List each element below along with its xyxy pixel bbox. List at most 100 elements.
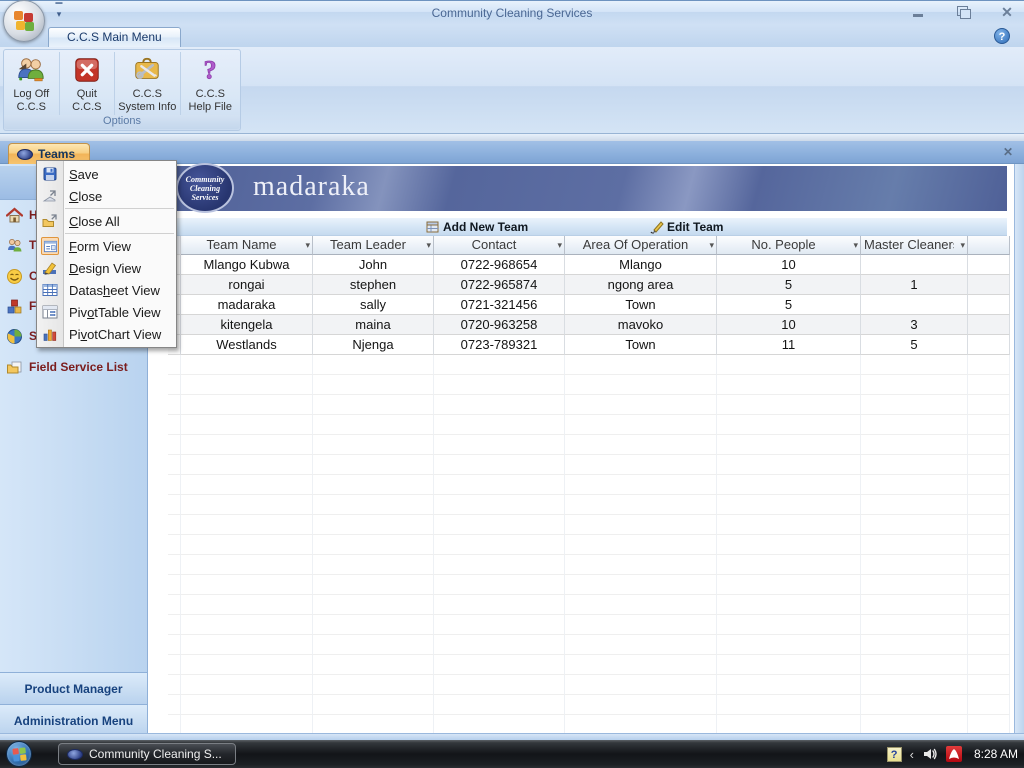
- cell[interactable]: 5: [717, 295, 861, 315]
- help-question-icon: ?: [194, 54, 226, 86]
- application-window: ▔ ▾ Community Cleaning Services ✕ C.C.S M…: [0, 0, 1024, 768]
- table-row: kitengela maina 0720-963258 mavoko 10 3: [168, 315, 1010, 335]
- cell[interactable]: Town: [565, 295, 717, 315]
- task-button-label: Community Cleaning S...: [89, 747, 222, 761]
- cell[interactable]: 10: [717, 255, 861, 275]
- cell[interactable]: 1: [861, 275, 968, 295]
- column-header-extra: [968, 236, 1010, 255]
- ribbon-button-c-c-s-system-info[interactable]: C.C.S System Info: [115, 52, 181, 116]
- menu-item-design-view[interactable]: Design View: [37, 257, 176, 279]
- cell[interactable]: sally: [313, 295, 434, 315]
- cell[interactable]: madaraka: [181, 295, 313, 315]
- column-header-contact[interactable]: Contact ▾: [434, 236, 565, 255]
- cell[interactable]: [861, 255, 968, 275]
- column-header-team-name[interactable]: Team Name ▾: [181, 236, 313, 255]
- column-header-master-cleaners[interactable]: Master Cleaners ▾: [861, 236, 968, 255]
- empty-row: [168, 595, 1010, 615]
- restore-button[interactable]: [954, 5, 972, 19]
- clock[interactable]: 8:28 AM: [974, 747, 1018, 761]
- form-view-icon: [41, 237, 59, 255]
- cell[interactable]: Njenga: [313, 335, 434, 355]
- windows-flag-icon: [12, 747, 27, 762]
- form-action-bar: Add New Team Edit Team: [168, 218, 1007, 236]
- office-button[interactable]: [3, 0, 45, 42]
- empty-row: [168, 415, 1010, 435]
- cell[interactable]: 5: [861, 335, 968, 355]
- ribbon-button-log-off-c-c-s[interactable]: Log Off C.C.S: [4, 52, 60, 116]
- cell[interactable]: [861, 295, 968, 315]
- cell[interactable]: kitengela: [181, 315, 313, 335]
- menu-item-pivotchart-view[interactable]: PivotChart View: [37, 323, 176, 345]
- close-button[interactable]: ✕: [998, 5, 1016, 19]
- help-icon[interactable]: ?: [994, 28, 1010, 44]
- sidebar-item-t[interactable]: T: [6, 235, 36, 255]
- menu-item-pivottable-view[interactable]: PivotTable View: [37, 301, 176, 323]
- cell[interactable]: 3: [861, 315, 968, 335]
- sidebar-item-c[interactable]: C: [6, 266, 38, 286]
- cell[interactable]: John: [313, 255, 434, 275]
- cell[interactable]: rongai: [181, 275, 313, 295]
- volume-icon[interactable]: [922, 746, 938, 762]
- add-new-team-label: Add New Team: [443, 220, 529, 234]
- edit-team-button[interactable]: Edit Team: [650, 219, 723, 235]
- chevron-down-icon[interactable]: ▾: [305, 236, 310, 254]
- datasheet-view-icon: [41, 281, 59, 299]
- cell[interactable]: 10: [717, 315, 861, 335]
- sidebar-item-s[interactable]: S: [6, 326, 37, 346]
- add-new-team-button[interactable]: Add New Team: [426, 219, 528, 235]
- ribbon-group-label: Options: [4, 115, 240, 129]
- column-header-no-people[interactable]: No. People ▾: [717, 236, 861, 255]
- horizontal-scrollbar-track[interactable]: [0, 733, 1024, 740]
- menu-item-datasheet-view[interactable]: Datasheet View: [37, 279, 176, 301]
- table-row: Westlands Njenga 0723-789321 Town 11 5: [168, 335, 1010, 355]
- cell[interactable]: ngong area: [565, 275, 717, 295]
- cell[interactable]: Mlango Kubwa: [181, 255, 313, 275]
- menu-item-close[interactable]: Close: [37, 185, 176, 207]
- empty-row: [168, 555, 1010, 575]
- chevron-down-icon[interactable]: ▾: [853, 236, 858, 254]
- sidebar-item-administration-menu[interactable]: Administration Menu: [0, 704, 147, 736]
- cell[interactable]: 5: [717, 275, 861, 295]
- vertical-scrollbar-track[interactable]: [1014, 164, 1024, 740]
- cell[interactable]: stephen: [313, 275, 434, 295]
- chevron-down-icon[interactable]: ▾: [426, 236, 431, 254]
- cell[interactable]: Westlands: [181, 335, 313, 355]
- taskbar-task-button[interactable]: Community Cleaning S...: [58, 743, 236, 765]
- start-button[interactable]: [6, 741, 32, 767]
- cell[interactable]: Mlango: [565, 255, 717, 275]
- cell[interactable]: 0722-965874: [434, 275, 565, 295]
- cell[interactable]: 0723-789321: [434, 335, 565, 355]
- sidebar-item-product-manager[interactable]: Product Manager: [0, 672, 147, 704]
- column-header-area-of-operation[interactable]: Area Of Operation ▾: [565, 236, 717, 255]
- cell[interactable]: 11: [717, 335, 861, 355]
- edit-team-label: Edit Team: [667, 220, 724, 234]
- cell[interactable]: maina: [313, 315, 434, 335]
- menu-item-label: Save: [69, 166, 99, 182]
- sidebar-item-h[interactable]: H: [6, 205, 38, 225]
- menu-item-save[interactable]: Save: [37, 163, 176, 185]
- ribbon-button-quit-c-c-s[interactable]: Quit C.C.S: [60, 52, 116, 116]
- cell[interactable]: Town: [565, 335, 717, 355]
- column-header-team-leader[interactable]: Team Leader ▾: [313, 236, 434, 255]
- tray-help-icon[interactable]: ?: [886, 746, 902, 762]
- ribbon-button-c-c-s-help-file[interactable]: ? C.C.S Help File: [181, 52, 240, 116]
- collapse-chevron-icon[interactable]: ‹: [910, 747, 914, 762]
- chevron-down-icon[interactable]: ▾: [709, 236, 714, 254]
- cell[interactable]: 0721-321456: [434, 295, 565, 315]
- avira-icon[interactable]: [945, 746, 962, 762]
- sidebar-item-field-service-list[interactable]: Field Service List: [6, 357, 128, 377]
- cell[interactable]: 0720-963258: [434, 315, 565, 335]
- close-document-icon[interactable]: ✕: [1000, 145, 1016, 161]
- menu-separator: [65, 208, 174, 209]
- folder-icon: [6, 359, 23, 376]
- empty-row: [168, 535, 1010, 555]
- cell[interactable]: 0722-968654: [434, 255, 565, 275]
- chevron-down-icon[interactable]: ▾: [557, 236, 562, 254]
- menu-item-form-view[interactable]: Form View: [37, 235, 176, 257]
- ribbon-bottom-strip: [0, 134, 1024, 141]
- chevron-down-icon[interactable]: ▾: [960, 236, 965, 254]
- minimize-button[interactable]: [910, 5, 928, 19]
- tab-ccs-main-menu[interactable]: C.C.S Main Menu: [48, 27, 181, 47]
- cell[interactable]: mavoko: [565, 315, 717, 335]
- menu-item-close-all[interactable]: Close All: [37, 210, 176, 232]
